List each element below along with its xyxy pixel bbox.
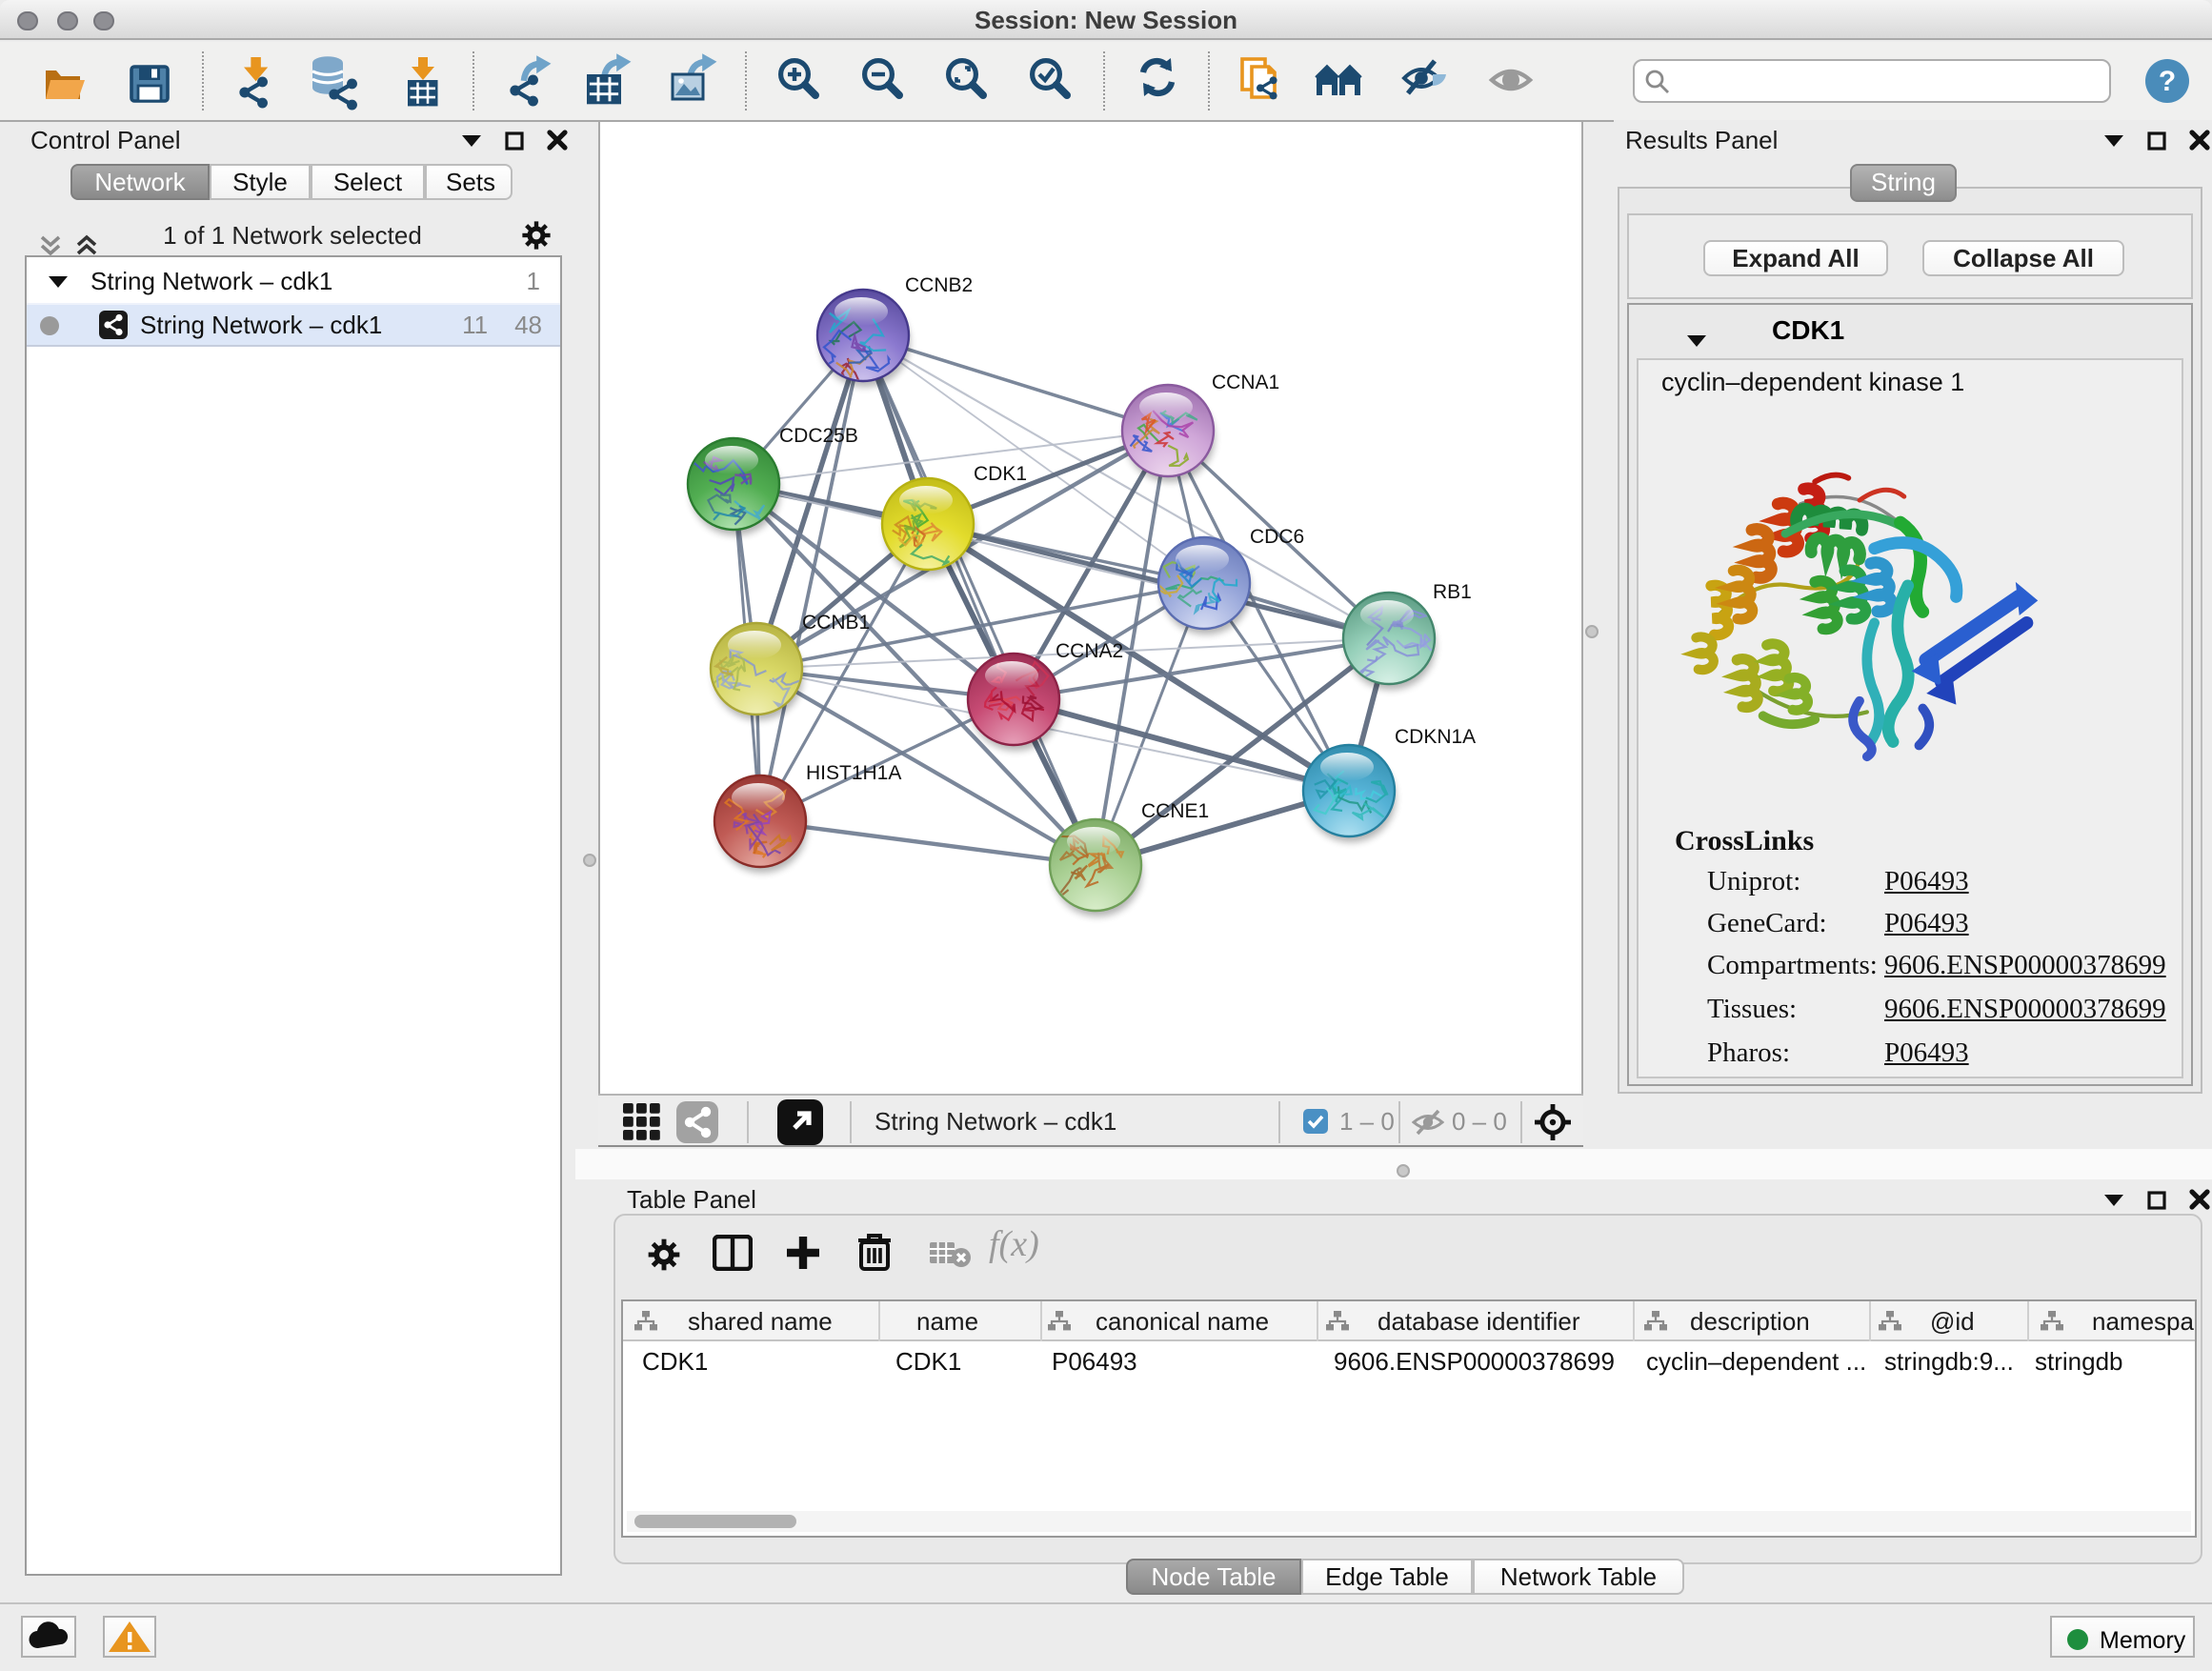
svg-text:RB1: RB1 [1433,581,1472,603]
svg-text:CCNA1: CCNA1 [1212,372,1279,393]
svg-text:HIST1H1A: HIST1H1A [806,762,901,784]
svg-text:CDC25B: CDC25B [779,425,858,447]
svg-text:CCNB1: CCNB1 [802,612,870,634]
svg-text:CDC6: CDC6 [1250,526,1304,548]
svg-text:CCNA2: CCNA2 [1056,640,1123,662]
svg-text:CCNE1: CCNE1 [1141,800,1209,822]
svg-text:?: ? [2159,66,2176,97]
svg-text:CDKN1A: CDKN1A [1395,726,1476,748]
svg-text:CCNB2: CCNB2 [905,274,973,296]
svg-text:CDK1: CDK1 [974,463,1027,485]
